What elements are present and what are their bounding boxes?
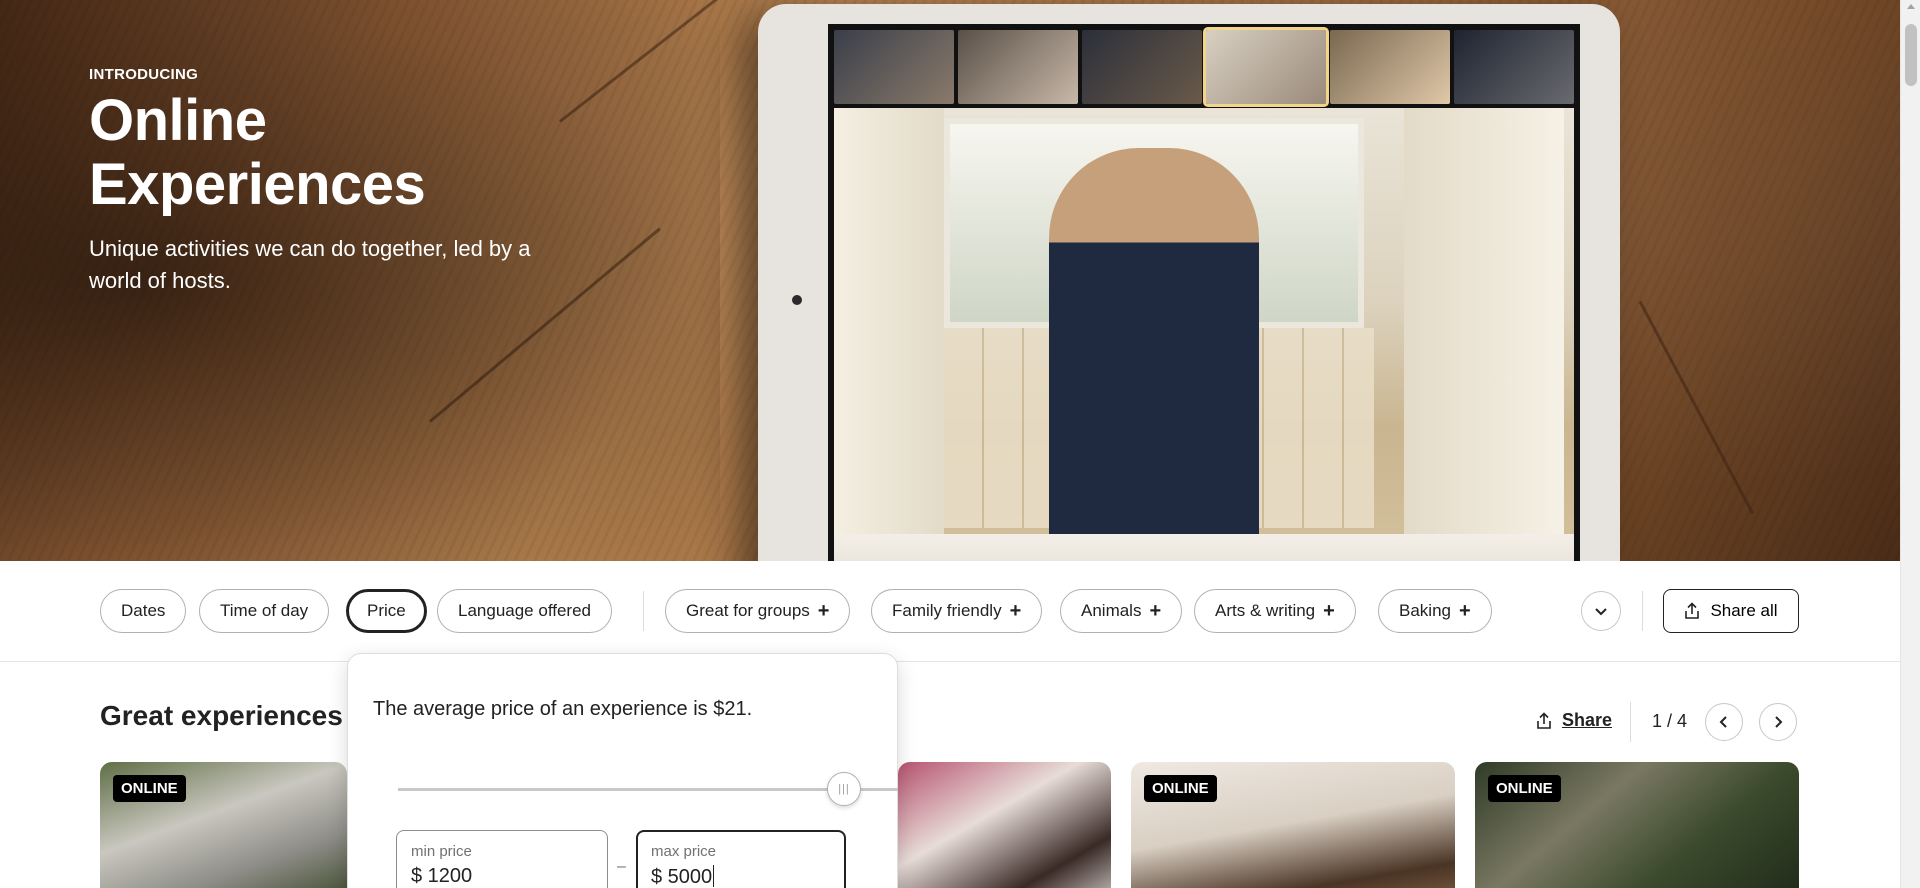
section-share-label: Share: [1562, 710, 1613, 730]
tablet-image: [758, 4, 1620, 561]
chevron-down-icon: [1595, 608, 1607, 616]
max-price-input[interactable]: $ 5000: [651, 865, 715, 888]
filter-bar: Dates Time of day Price Language offered…: [0, 561, 1900, 662]
hero-title: Online Experiences: [89, 89, 549, 217]
experience-card[interactable]: ONLINE: [1131, 762, 1455, 888]
price-slider-handle[interactable]: |||: [827, 772, 861, 806]
scroll-up-arrow[interactable]: [1907, 4, 1915, 9]
experience-card[interactable]: ONLINE: [1475, 762, 1799, 888]
category-animals[interactable]: Animals +: [1060, 589, 1183, 633]
hero-title-line2: Experiences: [89, 152, 426, 217]
chevron-left-icon: [1719, 716, 1727, 728]
chevron-right-icon: [1775, 716, 1783, 728]
filter-time-of-day[interactable]: Time of day: [199, 589, 330, 633]
grip-icon: |||: [838, 783, 850, 795]
plus-icon: +: [817, 600, 830, 622]
category-label: Animals: [1081, 601, 1142, 620]
plus-icon: +: [1009, 600, 1022, 622]
hero-eyebrow: INTRODUCING: [89, 66, 199, 83]
plus-icon: +: [1458, 600, 1471, 622]
filter-price[interactable]: Price: [346, 589, 427, 633]
experience-card[interactable]: [898, 762, 1111, 888]
category-baking[interactable]: Baking +: [1378, 589, 1492, 633]
online-badge: ONLINE: [113, 775, 186, 802]
category-arts-writing[interactable]: Arts & writing +: [1194, 589, 1356, 633]
share-icon: [1537, 711, 1551, 729]
filter-divider: [643, 591, 644, 631]
category-great-for-groups[interactable]: Great for groups +: [665, 589, 851, 633]
carousel-prev-button[interactable]: [1705, 703, 1743, 741]
experience-card[interactable]: ONLINE: [100, 762, 347, 888]
online-badge: ONLINE: [1488, 775, 1561, 802]
share-all-button[interactable]: Share all: [1663, 589, 1799, 633]
page: INTRODUCING Online Experiences Unique ac…: [0, 0, 1900, 888]
hero-text: INTRODUCING Online Experiences Unique ac…: [89, 66, 549, 297]
carousel-next-button[interactable]: [1759, 703, 1797, 741]
section-share-button[interactable]: Share: [1536, 710, 1612, 731]
hero-title-line1: Online: [89, 88, 267, 153]
filter-dates[interactable]: Dates: [100, 589, 187, 633]
category-label: Family friendly: [892, 601, 1002, 620]
category-label: Baking: [1399, 601, 1451, 620]
price-slider-track[interactable]: [398, 788, 898, 791]
min-price-label: min price: [411, 843, 472, 860]
carousel-divider: [1630, 702, 1631, 742]
more-categories-button[interactable]: [1581, 591, 1621, 631]
min-price-input[interactable]: $ 1200: [411, 865, 472, 888]
online-badge: ONLINE: [1144, 775, 1217, 802]
share-all-label: Share all: [1710, 601, 1778, 620]
max-price-field[interactable]: max price $ 5000: [636, 830, 846, 888]
hero-subtitle: Unique activities we can do together, le…: [89, 236, 531, 293]
category-label: Arts & writing: [1215, 601, 1316, 620]
text-cursor: [713, 865, 715, 887]
min-price-field[interactable]: min price $ 1200: [396, 830, 608, 888]
share-icon: [1685, 602, 1700, 619]
category-family-friendly[interactable]: Family friendly +: [871, 589, 1043, 633]
scrollbar-thumb[interactable]: [1905, 24, 1917, 86]
hero-banner: INTRODUCING Online Experiences Unique ac…: [0, 0, 1900, 561]
max-price-value: $ 5000: [651, 866, 713, 888]
category-label: Great for groups: [686, 601, 810, 620]
plus-icon: +: [1323, 600, 1335, 622]
plus-icon: +: [1149, 600, 1162, 622]
filter-language-offered[interactable]: Language offered: [437, 589, 612, 633]
average-price-text: The average price of an experience is $2…: [373, 698, 753, 720]
carousel-pager: 1 / 4: [1652, 711, 1688, 731]
section-title: Great experiences t: [100, 700, 360, 731]
max-price-label: max price: [651, 843, 717, 860]
filter-divider: [1642, 591, 1643, 631]
range-separator: –: [617, 858, 626, 875]
vertical-scrollbar[interactable]: [1900, 0, 1920, 888]
